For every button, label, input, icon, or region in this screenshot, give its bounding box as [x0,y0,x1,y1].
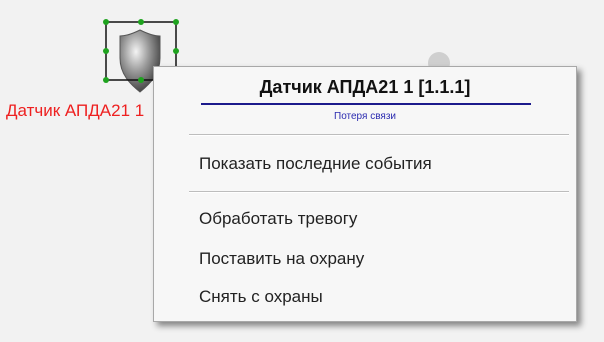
menu-status: Потеря связи [334,111,396,122]
menu-item-process-alarm[interactable]: Обработать тревогу [199,209,357,229]
menu-separator [189,134,569,136]
context-menu[interactable]: Датчик АПДА21 1 [1.1.1] Потеря связи Пок… [153,66,577,322]
menu-item-disarm[interactable]: Снять с охраны [199,287,323,307]
sensor-label: Датчик АПДА21 1 [6,101,145,120]
menu-title: Датчик АПДА21 1 [1.1.1] [259,77,471,97]
title-underline [201,103,531,105]
menu-item-arm[interactable]: Поставить на охрану [199,249,364,269]
menu-separator [189,191,569,193]
menu-item-show-last-events[interactable]: Показать последние события [199,154,432,174]
